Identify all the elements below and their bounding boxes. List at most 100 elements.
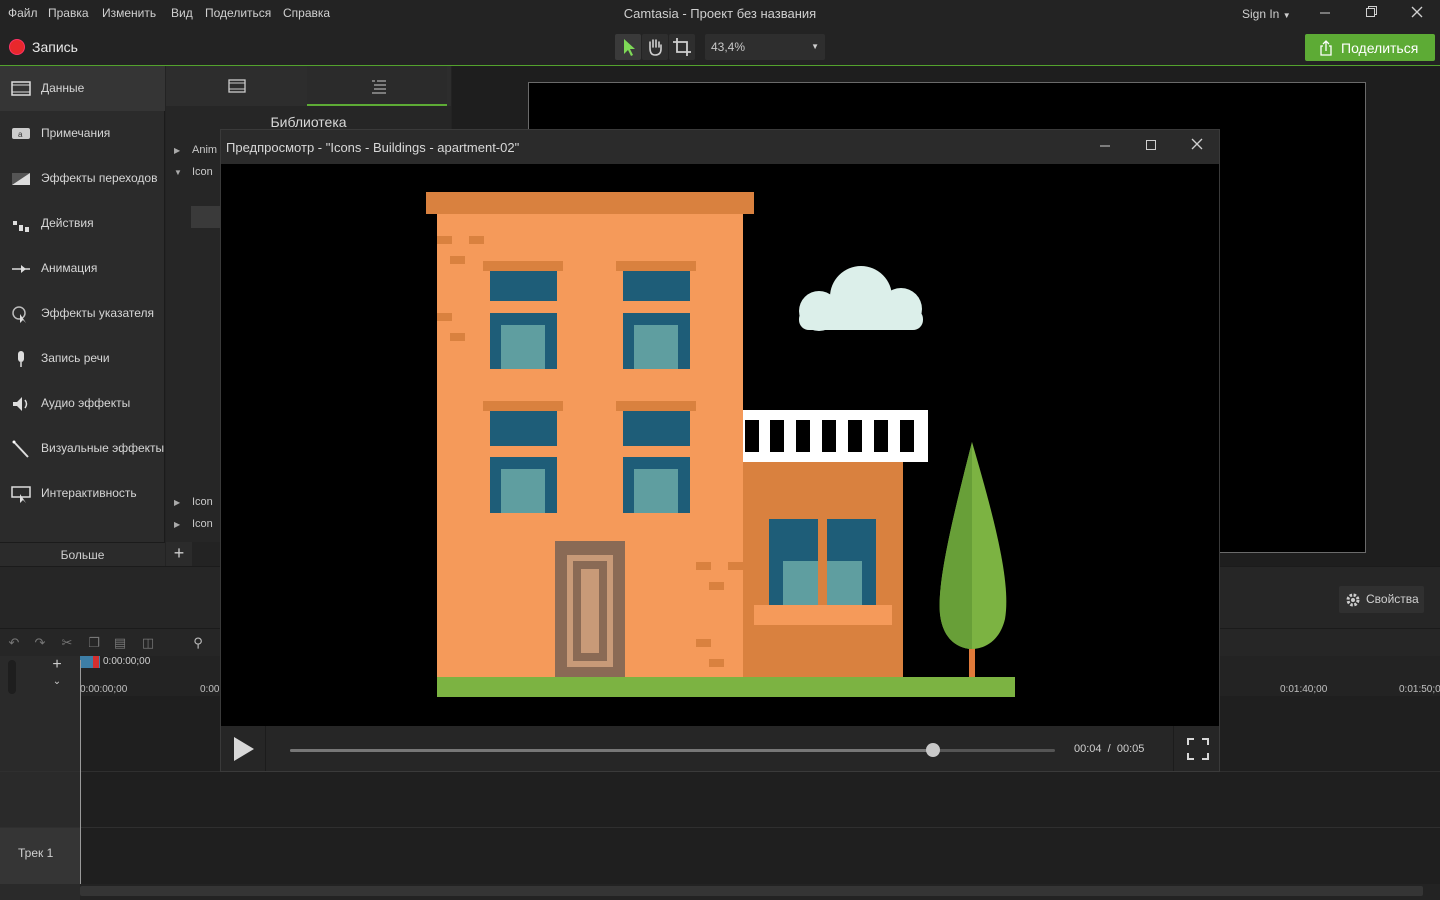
- track-divider: [0, 827, 1440, 828]
- seek-handle[interactable]: [925, 743, 940, 757]
- sidebar-item-label: Анимация: [41, 261, 98, 275]
- record-button[interactable]: Запись: [0, 28, 100, 66]
- menu-modify[interactable]: Изменить: [102, 6, 156, 20]
- share-button[interactable]: Поделиться: [1305, 34, 1435, 61]
- control-divider: [1173, 726, 1174, 771]
- menu-edit[interactable]: Правка: [48, 6, 89, 20]
- sidebar-item-annotations[interactable]: a Примечания: [0, 111, 165, 156]
- library-folder[interactable]: ▼ Icon: [174, 166, 213, 178]
- minimize-icon: [1320, 12, 1330, 14]
- sidebar-item-label: Запись речи: [41, 351, 110, 365]
- door: [555, 541, 625, 677]
- sidebar-item-behaviors[interactable]: Действия: [0, 201, 165, 246]
- microphone-icon: [18, 351, 24, 367]
- animation-icon: [12, 265, 30, 273]
- close-button[interactable]: [1402, 3, 1432, 25]
- seek-bar[interactable]: [290, 749, 1055, 752]
- library-folder[interactable]: ▶ Icon: [174, 496, 213, 508]
- minimize-button[interactable]: [1310, 3, 1340, 25]
- menu-help[interactable]: Справка: [283, 6, 330, 20]
- select-tool-button[interactable]: [615, 34, 641, 60]
- sidebar-item-label: Визуальные эффекты: [41, 441, 165, 455]
- film-icon: [228, 79, 246, 93]
- add-tool-button[interactable]: +: [166, 542, 192, 567]
- sidebar-item-label: Действия: [41, 216, 94, 230]
- restore-icon: [1366, 6, 1377, 17]
- seek-bar-fill: [290, 749, 933, 752]
- plus-icon: +: [173, 543, 185, 563]
- properties-button[interactable]: Свойства: [1339, 586, 1424, 613]
- sidebar-item-transitions[interactable]: Эффекты переходов: [0, 156, 165, 201]
- annotation-icon: a: [12, 128, 30, 139]
- sign-in-label: Sign In: [1242, 7, 1280, 21]
- sidebar-item-visual-effects[interactable]: Визуальные эффекты: [0, 426, 165, 471]
- hand-icon: [649, 39, 662, 56]
- cursor-effects-icon: [12, 306, 26, 323]
- timeline-scrollbar[interactable]: [80, 886, 1423, 896]
- crop-tool-button[interactable]: [669, 34, 695, 60]
- preview-video[interactable]: [221, 164, 1219, 726]
- close-icon: [1411, 6, 1423, 18]
- search-icon[interactable]: ⚲: [190, 635, 206, 651]
- fullscreen-button[interactable]: [1186, 737, 1210, 761]
- total-time: 00:05: [1116, 743, 1145, 755]
- zoom-value: 43,4%: [711, 40, 746, 54]
- current-time: 00:04: [1074, 743, 1102, 755]
- menu-file[interactable]: Файл: [8, 6, 38, 20]
- caret-right-icon: ▶: [174, 520, 181, 529]
- paste-icon[interactable]: ▤: [112, 635, 128, 651]
- transition-icon: [12, 173, 30, 185]
- sidebar-item-label: Эффекты переходов: [41, 171, 158, 185]
- pan-tool-button[interactable]: [642, 34, 668, 60]
- preview-maximize-button[interactable]: [1138, 137, 1164, 157]
- chevron-down-icon: ⌄: [52, 676, 62, 687]
- split-icon[interactable]: ◫: [140, 635, 156, 651]
- sidebar-item-animations[interactable]: Анимация: [0, 246, 165, 291]
- caret-down-icon: ▼: [174, 168, 182, 177]
- library-folder[interactable]: ▶ Icon: [174, 518, 213, 530]
- zoom-slider[interactable]: [8, 660, 16, 694]
- collapse-button[interactable]: ⌄: [42, 676, 72, 696]
- tools-sidebar: Данные a Примечания Эффекты переходов Де…: [0, 66, 165, 542]
- sidebar-item-audio-effects[interactable]: Аудио эффекты: [0, 381, 165, 426]
- main-toolbar: Запись 43,4% ▼ Поделиться: [0, 28, 1440, 66]
- sign-in-button[interactable]: Sign In ▼: [1242, 7, 1291, 21]
- grass: [437, 677, 1015, 697]
- preview-close-button[interactable]: [1184, 137, 1210, 157]
- caret-right-icon: ▶: [174, 146, 181, 155]
- apartment-building-illustration: [426, 192, 1015, 697]
- cut-icon[interactable]: ✂: [59, 635, 75, 651]
- playhead-marker: [93, 656, 99, 668]
- sidebar-item-interactivity[interactable]: Интерактивность: [0, 471, 165, 516]
- preview-dialog: Предпросмотр - "Icons - Buildings - apar…: [220, 129, 1220, 772]
- sidebar-item-voice-narration[interactable]: Запись речи: [0, 336, 165, 381]
- preview-titlebar[interactable]: Предпросмотр - "Icons - Buildings - apar…: [221, 130, 1219, 164]
- chevron-down-icon: ▼: [1282, 11, 1291, 20]
- track-1-header[interactable]: Трек 1: [0, 828, 80, 884]
- sidebar-item-cursor-effects[interactable]: Эффекты указателя: [0, 291, 165, 336]
- fullscreen-icon: [1187, 738, 1209, 760]
- library-thumbnail[interactable]: [191, 206, 221, 228]
- library-folder-label: Icon: [192, 166, 213, 178]
- restore-button[interactable]: [1356, 3, 1386, 25]
- tab-media-bin[interactable]: [166, 66, 306, 106]
- more-tools-button[interactable]: Больше: [0, 542, 165, 567]
- redo-icon[interactable]: ↷: [32, 635, 48, 651]
- undo-icon[interactable]: ↶: [6, 635, 22, 651]
- sidebar-item-label: Аудио эффекты: [41, 396, 131, 410]
- speaker-icon: [13, 397, 28, 411]
- library-folder[interactable]: ▶ Anim: [174, 144, 217, 156]
- copy-icon[interactable]: ❐: [86, 635, 102, 651]
- play-button[interactable]: [229, 734, 259, 764]
- tab-library[interactable]: [307, 66, 447, 106]
- preview-minimize-button[interactable]: [1092, 137, 1118, 157]
- sidebar-item-media[interactable]: Данные: [0, 66, 165, 111]
- sidebar-item-label: Данные: [41, 81, 85, 95]
- ruler-label: 0:01:50;00: [1399, 684, 1440, 695]
- zoom-dropdown[interactable]: 43,4% ▼: [705, 34, 825, 60]
- add-track-button[interactable]: +: [42, 656, 72, 676]
- menu-share[interactable]: Поделиться: [205, 6, 271, 20]
- close-icon: [1191, 138, 1203, 150]
- menu-view[interactable]: Вид: [171, 6, 193, 20]
- menu-bar: Файл Правка Изменить Вид Поделиться Спра…: [0, 0, 1440, 28]
